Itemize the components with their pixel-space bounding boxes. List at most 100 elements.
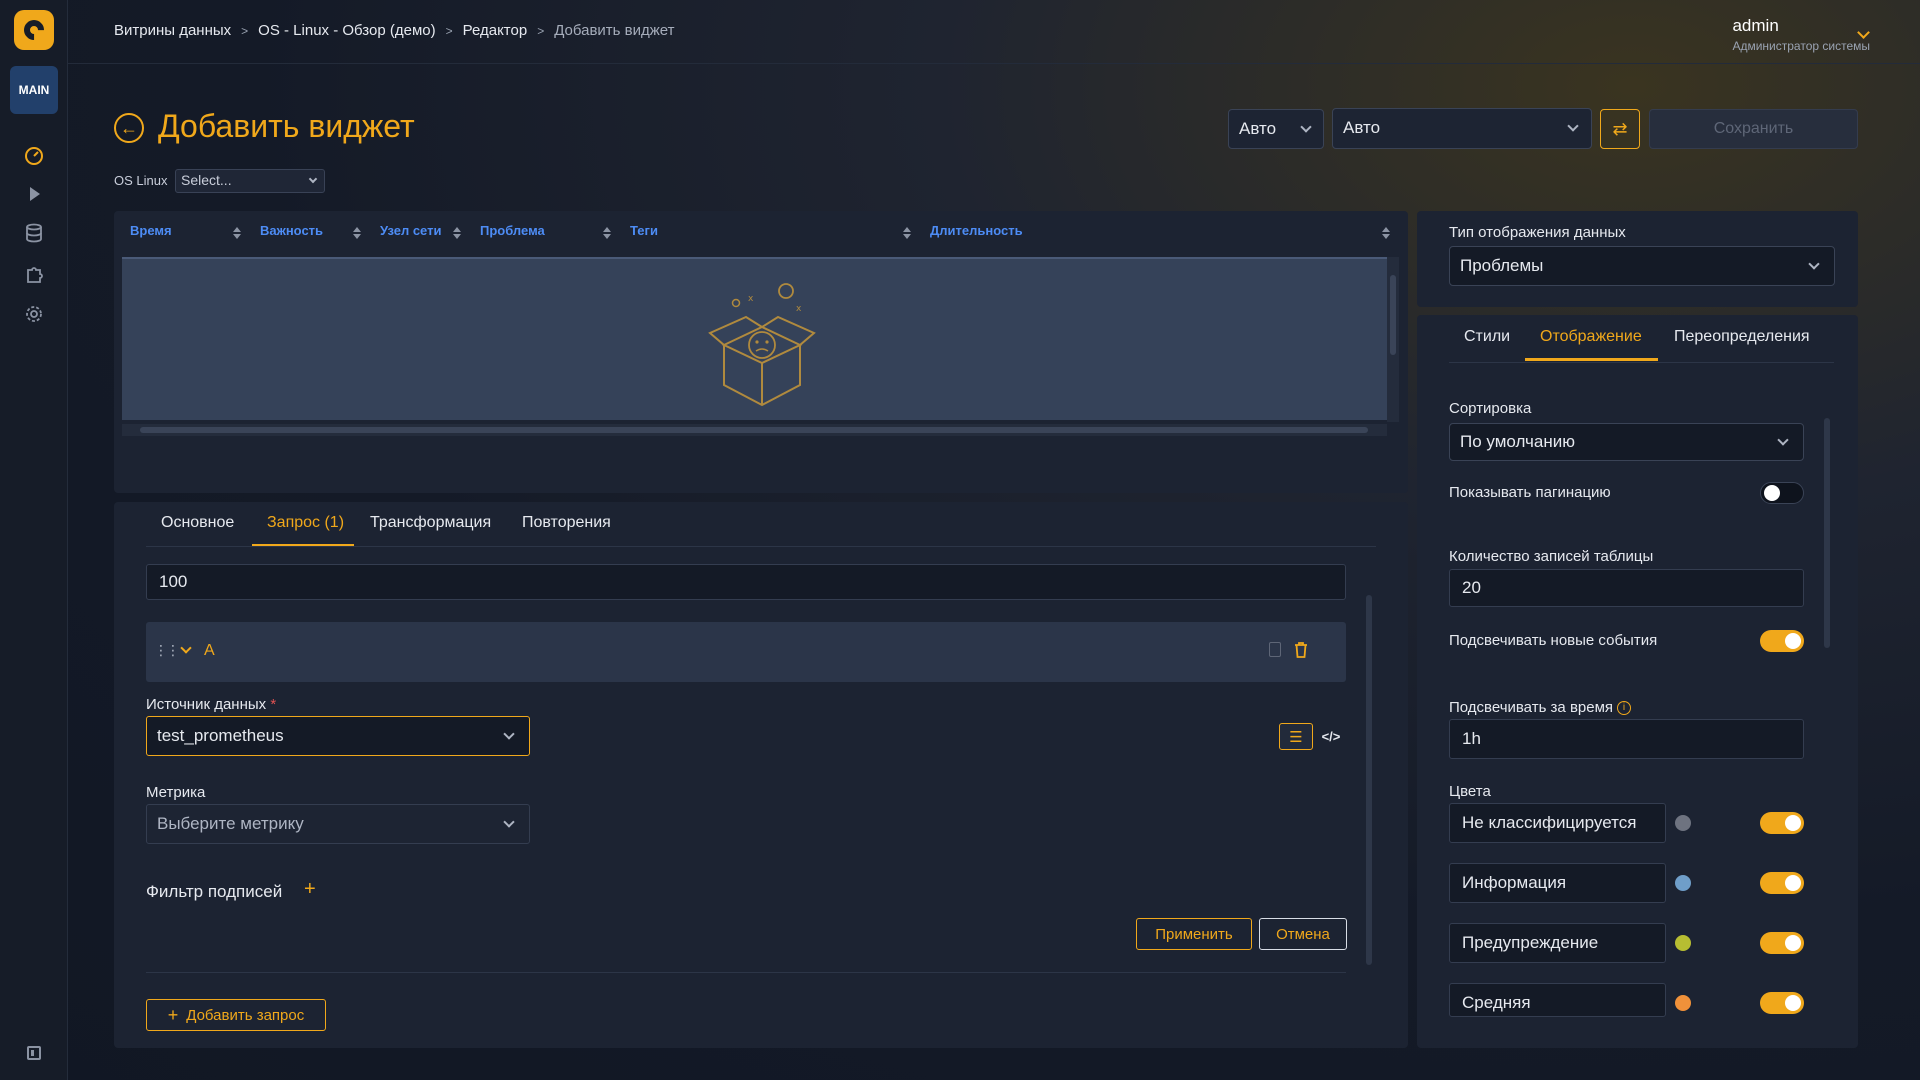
color-name-field[interactable]: Средняя xyxy=(1449,983,1666,1017)
tabs-divider xyxy=(1449,362,1834,363)
tabs-divider xyxy=(146,546,1376,547)
sort-icon[interactable] xyxy=(353,227,361,239)
save-button[interactable]: Сохранить xyxy=(1649,109,1858,149)
sort-icon[interactable] xyxy=(453,227,461,239)
sort-icon[interactable] xyxy=(233,227,241,239)
sort-icon[interactable] xyxy=(903,227,911,239)
collapse-chevron-icon[interactable] xyxy=(180,642,192,654)
tab-display[interactable]: Отображение xyxy=(1540,328,1642,346)
sort-icon[interactable] xyxy=(1382,227,1390,239)
plus-icon: + xyxy=(167,1004,179,1025)
datasource-select[interactable]: test_prometheus xyxy=(146,716,530,756)
tab-query[interactable]: Запрос (1) xyxy=(267,514,344,532)
active-tab-indicator xyxy=(1525,358,1658,361)
chevron-down-icon xyxy=(1808,258,1820,270)
puzzle-icon[interactable] xyxy=(22,262,46,286)
chevron-down-icon xyxy=(1567,120,1579,132)
divider xyxy=(146,972,1346,973)
breadcrumb-item[interactable]: Редактор xyxy=(463,22,528,39)
refresh-button[interactable]: ⇄ xyxy=(1600,109,1640,149)
color-toggle[interactable] xyxy=(1760,872,1804,894)
sort-label: Сортировка xyxy=(1449,400,1532,417)
query-row-a: ⋮⋮ A xyxy=(146,622,1346,682)
color-name-field[interactable]: Не классифицируется xyxy=(1449,803,1666,843)
color-toggle[interactable] xyxy=(1760,812,1804,834)
tab-overrides[interactable]: Переопределения xyxy=(1674,328,1810,346)
highlight-time-input[interactable]: 1h xyxy=(1449,719,1804,759)
add-label-filter-icon[interactable]: + xyxy=(304,878,316,901)
timerange-select[interactable]: Авто xyxy=(1332,108,1592,149)
interval-select[interactable]: Авто xyxy=(1228,109,1324,149)
back-icon[interactable]: ← xyxy=(114,113,144,143)
variable-select-value: Select... xyxy=(181,172,232,188)
rows-count-input[interactable]: 20 xyxy=(1449,569,1804,607)
column-header-severity[interactable]: Важность xyxy=(260,223,323,238)
breadcrumb-current: Добавить виджет xyxy=(554,22,675,39)
limit-input[interactable]: 100 xyxy=(146,564,1346,600)
chevron-down-icon xyxy=(503,728,515,740)
color-name-field[interactable]: Информация xyxy=(1449,863,1666,903)
highlight-new-label: Подсвечивать новые события xyxy=(1449,632,1658,649)
tab-transformation[interactable]: Трансформация xyxy=(370,514,491,532)
color-name-field[interactable]: Предупреждение xyxy=(1449,923,1666,963)
metric-select[interactable]: Выберите метрику xyxy=(146,804,530,844)
options-scrollbar[interactable] xyxy=(1821,400,1833,1015)
builder-mode-button[interactable]: ☰ xyxy=(1279,723,1313,750)
pagination-toggle[interactable] xyxy=(1760,482,1804,504)
info-icon[interactable]: i xyxy=(1617,701,1632,715)
chevron-right-icon: > xyxy=(537,23,545,38)
play-icon[interactable] xyxy=(22,182,46,206)
refresh-icon: ⇄ xyxy=(1612,118,1628,139)
main-badge[interactable]: MAIN xyxy=(10,66,58,114)
add-query-button[interactable]: + Добавить запрос xyxy=(146,999,326,1031)
copy-icon[interactable] xyxy=(1269,642,1281,657)
user-name: admin xyxy=(1732,16,1779,35)
tab-repeats[interactable]: Повторения xyxy=(522,514,611,532)
colors-label: Цвета xyxy=(1449,783,1491,800)
apply-button[interactable]: Применить xyxy=(1136,918,1252,950)
color-toggle[interactable] xyxy=(1760,992,1804,1014)
code-icon: </> xyxy=(1321,729,1341,744)
cancel-button[interactable]: Отмена xyxy=(1259,918,1347,950)
rows-count-label: Количество записей таблицы xyxy=(1449,548,1654,565)
variable-select[interactable]: Select... xyxy=(175,169,325,193)
color-swatch[interactable] xyxy=(1675,815,1691,831)
breadcrumb-item[interactable]: Витрины данных xyxy=(114,22,231,39)
database-icon[interactable] xyxy=(22,221,46,245)
editor-scrollbar[interactable] xyxy=(1362,565,1376,988)
table-horizontal-scrollbar[interactable] xyxy=(122,424,1387,436)
table-vertical-scrollbar[interactable] xyxy=(1387,257,1399,422)
chevron-right-icon: > xyxy=(445,23,453,38)
collapse-sidebar-icon[interactable] xyxy=(27,1046,41,1060)
color-swatch[interactable] xyxy=(1675,995,1691,1011)
gear-icon[interactable] xyxy=(22,302,46,326)
tab-general[interactable]: Основное xyxy=(161,514,234,532)
column-header-host[interactable]: Узел сети xyxy=(380,223,441,238)
column-header-time[interactable]: Время xyxy=(130,223,172,238)
sort-icon[interactable] xyxy=(603,227,611,239)
column-header-problem[interactable]: Проблема xyxy=(480,223,545,238)
color-swatch[interactable] xyxy=(1675,875,1691,891)
app-logo[interactable] xyxy=(14,10,54,50)
trash-icon[interactable] xyxy=(1294,642,1308,658)
code-mode-button[interactable]: </> xyxy=(1316,723,1346,750)
dashboard-icon[interactable] xyxy=(22,143,46,167)
add-query-label: Добавить запрос xyxy=(186,1006,305,1024)
sort-select[interactable]: По умолчанию xyxy=(1449,423,1804,461)
tab-styles[interactable]: Стили xyxy=(1464,328,1510,346)
display-type-select[interactable]: Проблемы xyxy=(1449,246,1835,286)
color-toggle[interactable] xyxy=(1760,932,1804,954)
table-empty-state: x x xyxy=(122,257,1387,420)
highlight-new-toggle[interactable] xyxy=(1760,630,1804,652)
breadcrumb-item[interactable]: OS - Linux - Обзор (демо) xyxy=(258,22,435,39)
drag-handle-icon[interactable]: ⋮⋮ xyxy=(154,642,180,659)
column-header-duration[interactable]: Длительность xyxy=(930,223,1023,238)
datasource-label: Источник данных * xyxy=(146,696,277,713)
color-swatch[interactable] xyxy=(1675,935,1691,951)
chevron-down-icon xyxy=(1300,121,1312,133)
user-menu[interactable]: admin Администратор системы xyxy=(1732,16,1870,53)
chevron-down-icon xyxy=(308,174,318,184)
column-header-tags[interactable]: Теги xyxy=(630,223,658,238)
active-tab-indicator xyxy=(252,544,354,546)
list-icon: ☰ xyxy=(1289,728,1303,746)
